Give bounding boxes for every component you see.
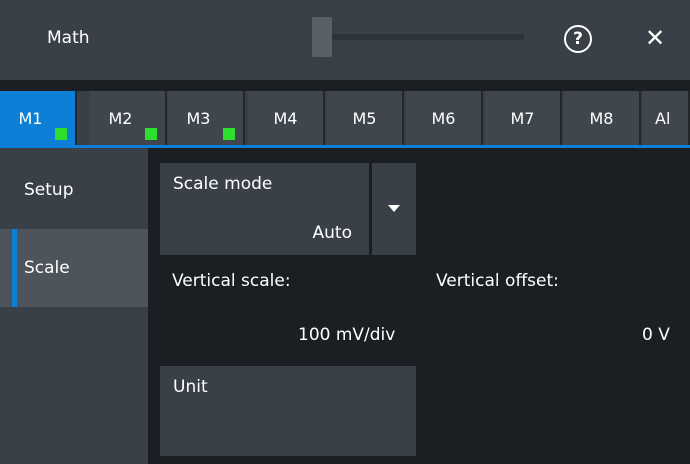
tab-m6[interactable]: M6 xyxy=(406,91,483,145)
sidebar-item-setup[interactable]: Setup xyxy=(0,151,148,229)
unit-field[interactable]: Unit xyxy=(160,366,416,456)
tab-label: M2 xyxy=(108,108,133,128)
tab-label: M4 xyxy=(273,108,298,128)
vertical-offset-value[interactable]: 0 V xyxy=(642,325,670,345)
vertical-scale-label: Vertical scale: xyxy=(172,271,291,291)
tab-m3[interactable]: M3 xyxy=(168,91,245,145)
tab-label: M7 xyxy=(510,108,535,128)
tab-m7[interactable]: M7 xyxy=(485,91,562,145)
tab-m1[interactable]: M1 xyxy=(0,91,77,145)
active-indicator-icon xyxy=(145,128,157,140)
tab-m5[interactable]: M5 xyxy=(327,91,404,145)
close-icon[interactable]: ✕ xyxy=(641,22,669,54)
active-indicator-icon xyxy=(223,128,235,140)
scale-mode-select[interactable]: Scale mode Auto xyxy=(160,163,369,255)
tab-all[interactable]: Al xyxy=(643,91,690,145)
sidebar-item-label: Setup xyxy=(24,180,74,200)
tab-m4[interactable]: M4 xyxy=(248,91,325,145)
scale-mode-dropdown-button[interactable] xyxy=(372,163,416,255)
vertical-scale-value[interactable]: 100 mV/div xyxy=(298,325,395,345)
tab-m8[interactable]: M8 xyxy=(564,91,641,145)
unit-label: Unit xyxy=(173,377,208,397)
active-indicator-icon xyxy=(55,128,67,140)
sidebar-item-label: Scale xyxy=(24,258,70,278)
scale-mode-label: Scale mode xyxy=(173,174,273,194)
active-accent-bar xyxy=(12,229,17,307)
tab-label: M3 xyxy=(186,108,211,128)
tab-label: Al xyxy=(655,108,671,128)
tab-label: M8 xyxy=(589,108,614,128)
transparency-slider-handle[interactable] xyxy=(312,17,332,57)
dialog-title: Math xyxy=(47,28,90,48)
tab-label: M6 xyxy=(431,108,456,128)
scale-mode-value: Auto xyxy=(312,223,352,243)
tab-label: M1 xyxy=(18,108,43,128)
math-tab-bar: M1 M2 M3 M4 M5 M6 M7 M8 Al xyxy=(0,91,690,148)
chevron-down-icon xyxy=(388,205,400,212)
help-icon[interactable]: ? xyxy=(564,25,592,53)
transparency-slider-track[interactable] xyxy=(312,34,524,40)
vertical-offset-label: Vertical offset: xyxy=(436,271,559,291)
tab-m2[interactable]: M2 xyxy=(90,91,167,145)
sidebar-item-scale[interactable]: Scale xyxy=(0,229,148,307)
sidebar: Setup Scale xyxy=(0,148,148,464)
tab-label: M5 xyxy=(352,108,377,128)
